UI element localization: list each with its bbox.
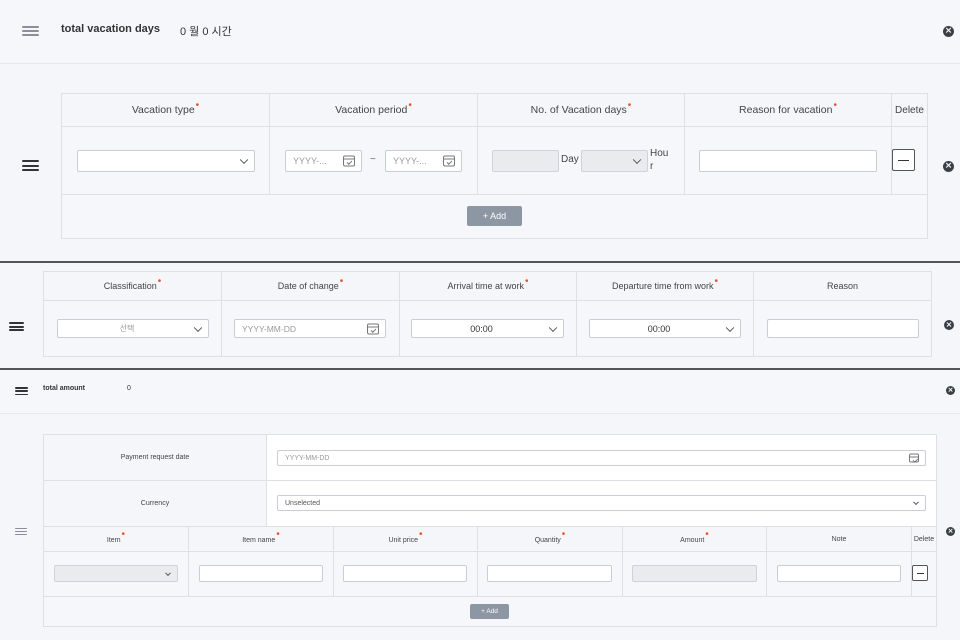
vacation-days-header: No. of Vacation days [477, 93, 685, 127]
vacation-drag-handle-top[interactable] [22, 26, 39, 36]
vacation-total-label: total vacation days [61, 23, 161, 35]
vacation-delete-row-button[interactable] [892, 149, 915, 171]
vacation-delete-header: Delete [891, 93, 928, 127]
vacation-reason-input[interactable] [699, 150, 877, 172]
attendance-close-icon[interactable]: × [944, 320, 954, 330]
classification-select[interactable]: 선택 [57, 319, 209, 338]
chevron-down-icon [632, 155, 642, 165]
amount-header: Amount [622, 526, 767, 552]
classification-header: Classification [43, 271, 222, 301]
date-of-change-input[interactable]: YYYY-MM-DD [234, 319, 386, 338]
expense-add-button[interactable]: + Add [470, 604, 509, 619]
item-name-input[interactable] [199, 565, 323, 582]
vacation-period-header: Vacation period [269, 93, 478, 127]
vacation-start-date-input[interactable]: YYYY-... [285, 150, 362, 172]
chevron-down-icon [548, 323, 558, 332]
vacation-row-close-icon[interactable]: × [943, 161, 954, 172]
item-header: Item [43, 526, 189, 552]
calendar-icon [443, 155, 455, 167]
vacation-row-drag-handle[interactable] [22, 160, 39, 171]
item-name-header: Item name [188, 526, 334, 552]
expense-delete-header: Delete [911, 526, 937, 552]
note-input[interactable] [777, 565, 901, 582]
payment-date-input[interactable]: YYYY-MM-DD [277, 450, 926, 466]
date-of-change-header: Date of change [221, 271, 400, 301]
chevron-down-icon [725, 323, 735, 332]
vacation-hours-select[interactable] [581, 150, 648, 172]
chevron-down-icon [239, 155, 249, 165]
attendance-reason-input[interactable] [767, 319, 919, 338]
currency-select[interactable]: Unselected [277, 495, 926, 511]
attendance-drag-handle[interactable] [9, 322, 24, 331]
note-header: Note [766, 526, 912, 552]
expense-row-close-icon[interactable]: × [946, 527, 955, 536]
vacation-days-input[interactable] [492, 150, 559, 172]
attendance-reason-header: Reason [753, 271, 932, 301]
arrival-time-select[interactable]: 00:00 [411, 319, 564, 338]
quantity-header: Quantity [477, 526, 623, 552]
unit-price-header: Unit price [333, 526, 478, 552]
expense-header-bar [0, 370, 960, 414]
chevron-down-icon [165, 569, 171, 576]
vacation-end-date-input[interactable]: YYYY-... [385, 150, 462, 172]
calendar-icon [367, 323, 379, 334]
departure-time-header: Departure time from work [576, 271, 754, 301]
expense-total-value: 0 [127, 385, 131, 392]
expense-total-label: total amount [43, 385, 85, 392]
departure-time-select[interactable]: 00:00 [589, 319, 741, 338]
currency-label-cell: Currency [43, 480, 267, 527]
vacation-hour-label: Hou r [650, 148, 669, 172]
quantity-input[interactable] [487, 565, 612, 582]
vacation-add-button[interactable]: + Add [467, 206, 522, 226]
vacation-close-icon[interactable]: × [943, 26, 954, 37]
vacation-day-label: Day [561, 154, 579, 165]
item-select[interactable] [54, 565, 178, 582]
expense-close-icon[interactable]: × [946, 386, 955, 395]
unit-price-input[interactable] [343, 565, 467, 582]
expense-delete-row-button[interactable] [912, 565, 928, 581]
chevron-down-icon [193, 323, 203, 332]
expense-drag-handle-top[interactable] [15, 387, 28, 395]
expense-drag-handle[interactable] [15, 528, 27, 535]
arrival-time-header: Arrival time at work [399, 271, 577, 301]
vacation-reason-header: Reason for vacation [684, 93, 892, 127]
vacation-period-tilde: ~ [370, 154, 376, 165]
chevron-down-icon [913, 499, 919, 506]
expense-section: total amount 0 × Payment request date Cu… [0, 370, 960, 640]
attendance-section: Classification Date of change Arrival ti… [0, 263, 960, 368]
vacation-type-select[interactable] [77, 150, 255, 172]
calendar-icon [909, 453, 919, 463]
payment-date-label-cell: Payment request date [43, 434, 267, 481]
vacation-section: total vacation days 0 월 0 시간 × Vacation … [0, 0, 960, 262]
calendar-icon [343, 155, 355, 167]
vacation-type-header: Vacation type [61, 93, 270, 127]
vacation-total-value: 0 월 0 시간 [180, 26, 232, 38]
amount-input[interactable] [632, 565, 757, 582]
